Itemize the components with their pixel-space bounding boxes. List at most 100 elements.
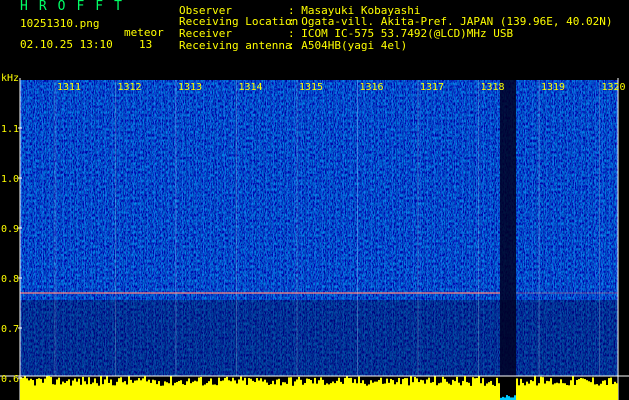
level-bar-segment [136, 380, 138, 400]
level-bar-segment [334, 383, 336, 400]
level-bar-segment [566, 385, 568, 400]
level-bar-segment [300, 379, 302, 400]
level-bar-segment [138, 378, 140, 400]
level-bar-segment [600, 383, 602, 400]
level-bar-segment [424, 383, 426, 400]
level-bar-segment [92, 382, 94, 400]
level-bar-segment [584, 379, 586, 400]
level-bar-segment [150, 382, 152, 400]
level-bar-segment [422, 380, 424, 400]
level-bar-segment [394, 384, 396, 400]
level-bar-segment [446, 381, 448, 400]
level-bar-segment [520, 378, 522, 400]
level-bar-segment [456, 376, 458, 400]
level-bar-segment [142, 378, 144, 400]
level-bar-segment [328, 384, 330, 400]
level-bar-segment [572, 376, 574, 400]
level-bar-segment [536, 385, 538, 400]
level-bar-segment [448, 383, 450, 400]
level-bar-segment [214, 384, 216, 400]
level-bar-segment [258, 380, 260, 400]
level-bar-segment [470, 385, 472, 400]
signal-gap-band [500, 80, 516, 376]
level-bar-segment [530, 380, 532, 400]
level-bar-segment [364, 383, 366, 400]
level-bar-segment [106, 376, 108, 400]
level-bar-segment [118, 378, 120, 400]
level-bar-segment [130, 379, 132, 400]
level-bar-segment [22, 377, 24, 400]
level-bar-segment [166, 382, 168, 400]
level-bar-segment [562, 383, 564, 400]
level-bar-segment [222, 380, 224, 400]
level-bar-segment [480, 383, 482, 400]
level-bar-segment [176, 382, 178, 400]
level-bar-segment [178, 380, 180, 400]
level-bar-segment [224, 377, 226, 400]
level-bar-segment [552, 384, 554, 400]
level-bar-segment [610, 377, 612, 400]
level-bar-segment [122, 382, 124, 400]
level-bar-segment [482, 378, 484, 400]
level-bar-segment [24, 376, 26, 400]
level-bar-segment [498, 383, 500, 400]
level-bar-segment [186, 381, 188, 400]
level-bar-segment [398, 377, 400, 400]
level-bar-segment [390, 378, 392, 400]
level-bar-segment [244, 377, 246, 400]
level-bar-segment [174, 382, 176, 400]
level-bar-segment [266, 382, 268, 400]
level-bar-segment [188, 378, 190, 400]
level-bar-segment [192, 381, 194, 400]
level-bar-segment [86, 384, 88, 400]
level-bar-segment [104, 379, 106, 400]
level-bar-segment [386, 378, 388, 400]
level-bar-segment [48, 376, 50, 400]
level-bar-segment [592, 377, 594, 400]
level-bar-segment [274, 384, 276, 400]
level-bar-segment [444, 378, 446, 400]
level-bar-segment [438, 383, 440, 400]
level-bar-segment [404, 378, 406, 400]
level-bar-segment [408, 385, 410, 400]
level-bar-segment [492, 384, 494, 400]
y-unit-label: kHz [1, 73, 19, 84]
level-bar-segment [288, 377, 290, 400]
level-bar-segment [264, 379, 266, 400]
level-bar-segment [164, 381, 166, 400]
y-tick-label: 0.6 [1, 374, 19, 385]
level-bar-segment [362, 380, 364, 400]
level-bar-segment [54, 384, 56, 400]
level-bar-segment [542, 377, 544, 400]
level-bar-segment [432, 382, 434, 400]
level-bar-segment [144, 376, 146, 400]
level-bar-segment [114, 385, 116, 400]
level-bar-segment [464, 376, 466, 400]
level-bar-segment [322, 379, 324, 400]
level-bar-segment [272, 380, 274, 400]
level-bar-segment [372, 382, 374, 400]
level-bar-segment [540, 376, 542, 400]
level-bar-segment [228, 380, 230, 400]
level-bar-segment [414, 377, 416, 400]
level-bar-segment [360, 383, 362, 400]
level-bar-segment [554, 383, 556, 400]
level-bar-segment [506, 395, 508, 400]
level-bar-segment [194, 380, 196, 400]
level-bar-segment [612, 384, 614, 400]
level-bar-segment [324, 384, 326, 400]
y-tick-label: 0.9 [1, 224, 19, 235]
level-bar-segment [270, 384, 272, 400]
level-bar-segment [64, 382, 66, 400]
level-bar-segment [436, 385, 438, 400]
time-label: 1316 [360, 82, 384, 93]
level-bar-segment [528, 383, 530, 400]
level-bar-segment [286, 383, 288, 400]
level-bar-segment [200, 377, 202, 400]
level-bar-segment [596, 384, 598, 400]
level-bar-segment [604, 380, 606, 400]
level-bar-segment [490, 380, 492, 400]
level-bar-segment [440, 382, 442, 400]
level-bar-segment [52, 384, 54, 400]
level-bar-segment [514, 395, 516, 400]
